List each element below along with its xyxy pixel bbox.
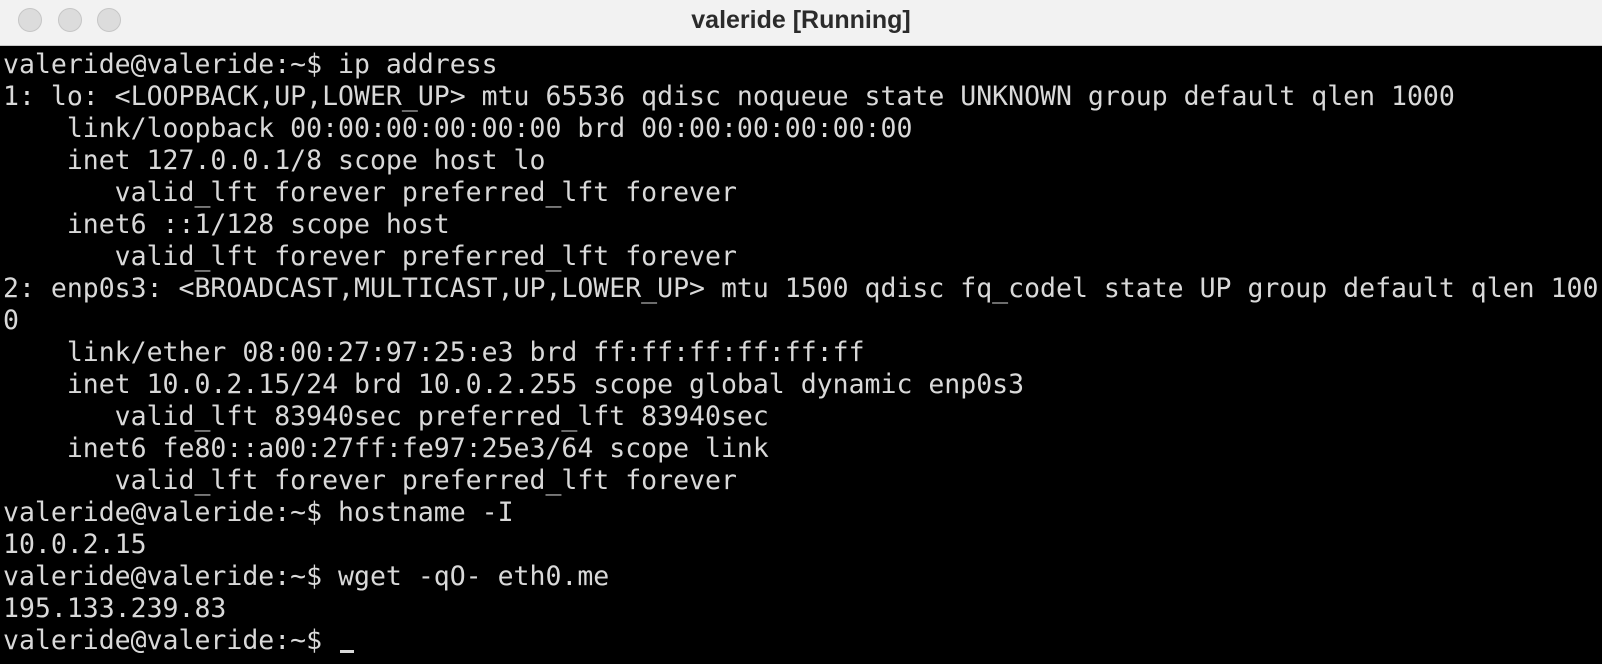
terminal-line: inet 127.0.0.1/8 scope host lo bbox=[3, 145, 546, 176]
text-cursor bbox=[340, 650, 355, 653]
terminal-line: 1: lo: <LOOPBACK,UP,LOWER_UP> mtu 65536 … bbox=[3, 81, 1455, 112]
terminal-line: 2: enp0s3: <BROADCAST,MULTICAST,UP,LOWER… bbox=[3, 273, 1599, 304]
terminal-line: valeride@valeride:~$ wget -qO- eth0.me bbox=[3, 561, 610, 592]
terminal-line: 10.0.2.15 bbox=[3, 529, 147, 560]
terminal-line: 0 bbox=[3, 305, 19, 336]
terminal-line: 195.133.239.83 bbox=[3, 593, 227, 624]
terminal-line: inet6 ::1/128 scope host bbox=[3, 209, 450, 240]
terminal-line: valid_lft forever preferred_lft forever bbox=[3, 177, 737, 208]
terminal-line: valeride@valeride:~$ hostname -I bbox=[3, 497, 514, 528]
vm-window: valeride [Running] valeride@valeride:~$ … bbox=[0, 0, 1602, 664]
terminal-line: inet 10.0.2.15/24 brd 10.0.2.255 scope g… bbox=[3, 369, 1025, 400]
terminal-screen[interactable]: valeride@valeride:~$ ip address 1: lo: <… bbox=[0, 46, 1602, 664]
title-bar[interactable]: valeride [Running] bbox=[0, 0, 1602, 46]
terminal-line: link/ether 08:00:27:97:25:e3 brd ff:ff:f… bbox=[3, 337, 865, 368]
terminal-line: inet6 fe80::a00:27ff:fe97:25e3/64 scope … bbox=[3, 433, 769, 464]
terminal-line: valid_lft 83940sec preferred_lft 83940se… bbox=[3, 401, 769, 432]
terminal-prompt-line[interactable]: valeride@valeride:~$ bbox=[3, 625, 1602, 657]
terminal-line: valid_lft forever preferred_lft forever bbox=[3, 465, 737, 496]
terminal-line: link/loopback 00:00:00:00:00:00 brd 00:0… bbox=[3, 113, 913, 144]
terminal-prompt: valeride@valeride:~$ bbox=[3, 625, 339, 656]
terminal-line: valid_lft forever preferred_lft forever bbox=[3, 241, 737, 272]
terminal-line: valeride@valeride:~$ ip address bbox=[3, 49, 498, 80]
window-title: valeride [Running] bbox=[691, 6, 911, 34]
